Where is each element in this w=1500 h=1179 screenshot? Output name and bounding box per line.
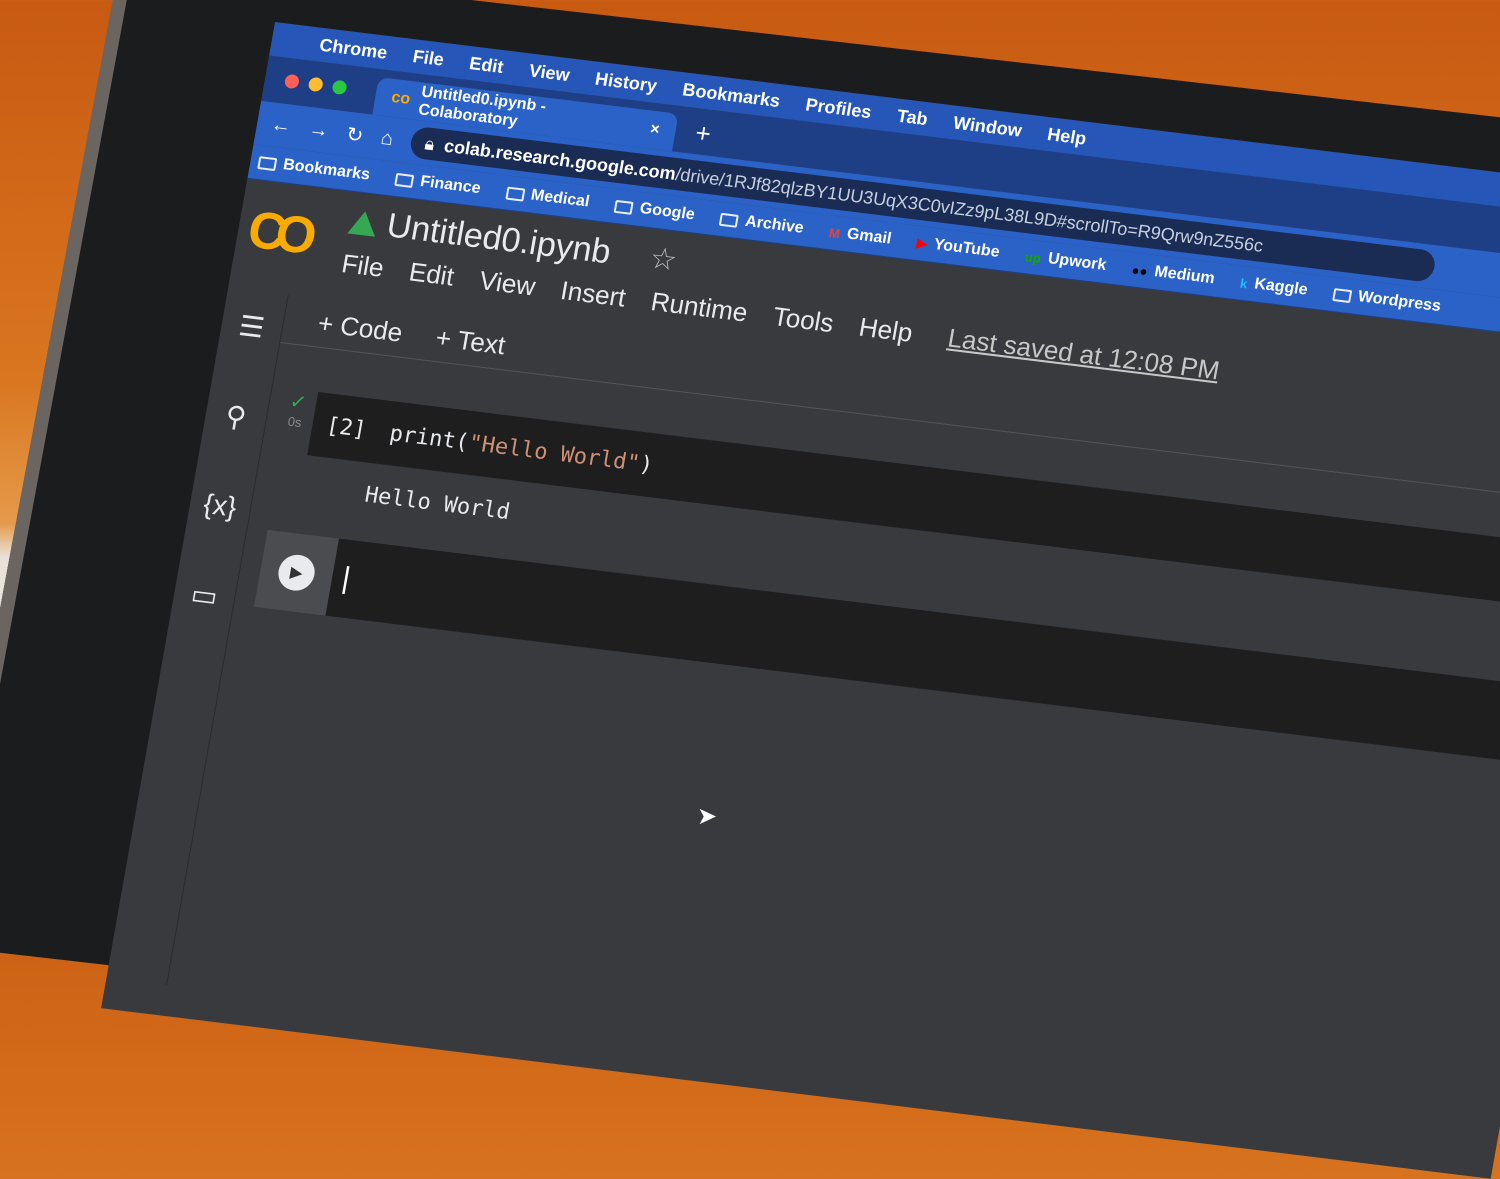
medium-icon: ●● (1130, 261, 1149, 279)
folder-icon (719, 212, 740, 228)
menu-window[interactable]: Window (952, 112, 1024, 141)
bookmark-gmail[interactable]: M Gmail (828, 223, 893, 248)
files-folder-icon[interactable]: ▭ (188, 577, 221, 613)
bookmark-label: Medium (1153, 263, 1217, 288)
minimize-window-button[interactable] (307, 76, 324, 93)
variables-icon[interactable]: {x} (201, 488, 239, 524)
gmail-icon: M (827, 224, 842, 241)
folder-icon (257, 155, 278, 171)
bookmark-bookmarks[interactable]: Bookmarks (257, 153, 371, 184)
kaggle-icon: k (1238, 275, 1249, 291)
bookmark-label: Google (638, 199, 697, 224)
run-cell-button[interactable]: ▶ (254, 529, 340, 616)
exec-time: 0s (286, 413, 303, 431)
bookmark-youtube[interactable]: ▶ YouTube (915, 234, 1001, 262)
menu-history[interactable]: History (594, 68, 659, 96)
tab-close-icon[interactable]: × (649, 121, 661, 140)
bookmark-wordpress[interactable]: Wordpress (1332, 285, 1443, 316)
colab-logo[interactable]: CO (238, 200, 312, 296)
bookmark-label: Wordpress (1356, 288, 1443, 316)
maximize-window-button[interactable] (331, 79, 348, 96)
nb-menu-help[interactable]: Help (857, 312, 915, 349)
search-icon[interactable]: ⚲ (223, 399, 249, 434)
bookmark-label: YouTube (932, 236, 1001, 261)
close-window-button[interactable] (283, 73, 301, 90)
bookmark-label: Gmail (845, 225, 893, 248)
mouse-pointer-icon: ➤ (697, 803, 718, 830)
star-icon[interactable]: ☆ (647, 241, 680, 279)
menu-tab[interactable]: Tab (895, 105, 930, 129)
bookmark-medical[interactable]: Medical (505, 184, 591, 212)
menu-file[interactable]: File (411, 46, 445, 70)
exec-count: [2] (324, 412, 369, 443)
forward-icon[interactable]: → (307, 118, 331, 143)
nb-menu-runtime[interactable]: Runtime (649, 286, 750, 328)
bookmark-label: Archive (743, 212, 806, 237)
drive-icon (347, 209, 380, 237)
nb-menu-tools[interactable]: Tools (770, 301, 836, 339)
colab-favicon-icon: co (390, 88, 412, 108)
bookmark-label: Kaggle (1253, 275, 1309, 299)
reload-icon[interactable]: ↻ (344, 121, 365, 148)
upwork-icon: up (1023, 248, 1043, 266)
play-icon: ▶ (275, 552, 318, 593)
bookmark-finance[interactable]: Finance (394, 170, 482, 198)
folder-icon (613, 199, 635, 215)
menu-view[interactable]: View (527, 60, 571, 86)
bookmark-label: Medical (529, 186, 591, 211)
menu-bookmarks[interactable]: Bookmarks (681, 79, 782, 112)
nb-menu-edit[interactable]: Edit (407, 256, 457, 292)
youtube-icon: ▶ (915, 234, 929, 251)
bookmark-archive[interactable]: Archive (719, 210, 805, 238)
menu-chrome[interactable]: Chrome (318, 34, 389, 63)
add-code-button[interactable]: + Code (316, 307, 405, 348)
code-text[interactable]: print("Hello World") (388, 421, 655, 478)
bookmark-google[interactable]: Google (613, 197, 696, 225)
folder-icon (1332, 287, 1353, 303)
bookmark-label: Finance (418, 173, 482, 198)
menu-help[interactable]: Help (1046, 124, 1088, 149)
folder-icon (394, 172, 415, 188)
bookmark-medium[interactable]: ●● Medium (1130, 260, 1216, 288)
folder-icon (505, 186, 526, 202)
bookmark-upwork[interactable]: up Upwork (1024, 247, 1108, 275)
nb-menu-file[interactable]: File (339, 248, 386, 284)
screen: Chrome File Edit View History Bookmarks … (101, 22, 1500, 1179)
nb-menu-view[interactable]: View (477, 265, 538, 302)
new-tab-button[interactable]: + (693, 117, 713, 149)
menu-profiles[interactable]: Profiles (804, 94, 873, 123)
home-icon[interactable]: ⌂ (379, 126, 395, 150)
nb-menu-insert[interactable]: Insert (558, 275, 628, 313)
window-controls (283, 73, 348, 96)
table-of-contents-icon[interactable]: ☰ (236, 309, 267, 345)
bookmark-label: Upwork (1046, 250, 1108, 274)
success-check-icon: ✓ (287, 390, 309, 415)
back-icon[interactable]: ← (269, 113, 293, 138)
bookmark-kaggle[interactable]: k Kaggle (1239, 274, 1309, 300)
lock-icon[interactable]: 🔒︎ (423, 133, 436, 155)
menu-edit[interactable]: Edit (468, 53, 505, 78)
bookmark-label: Bookmarks (281, 156, 372, 184)
add-text-button[interactable]: + Text (433, 322, 508, 361)
